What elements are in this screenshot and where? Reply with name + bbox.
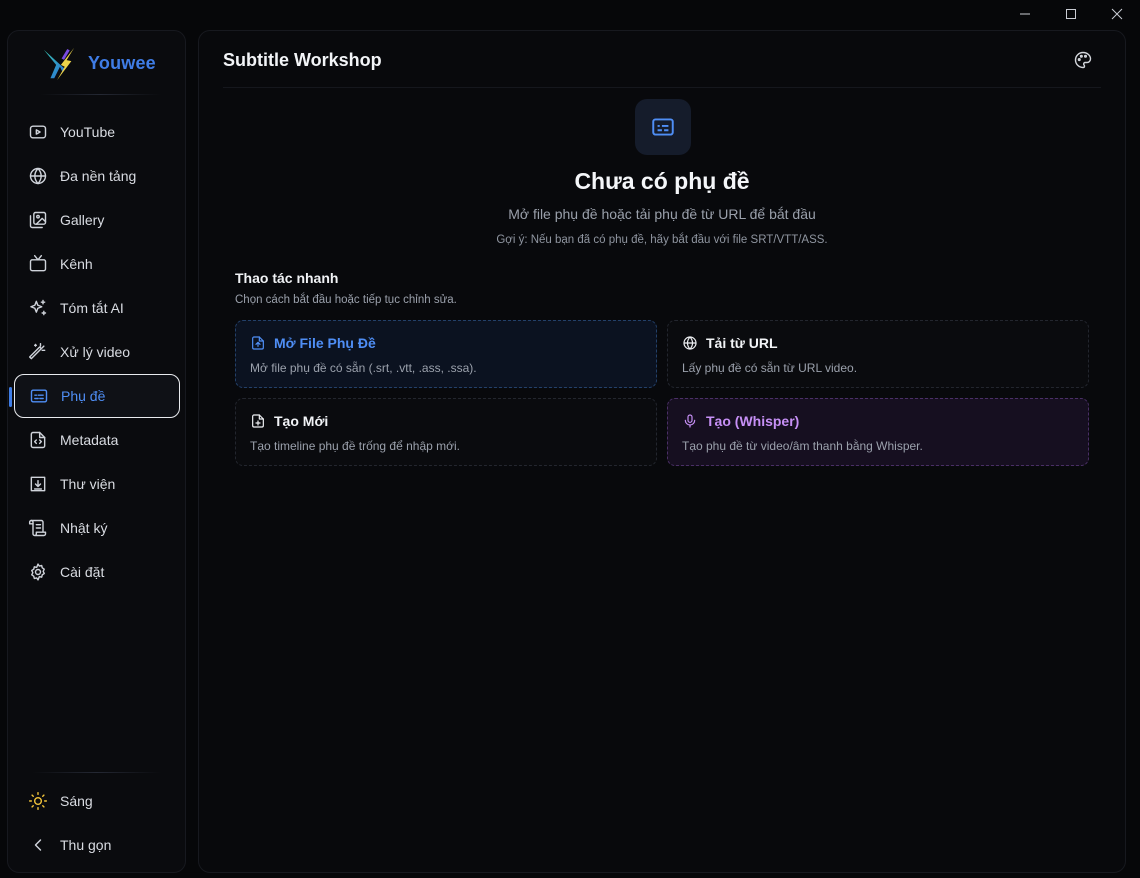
sidebar-item-subtitles[interactable]: Phụ đề (9, 374, 180, 418)
youwee-logo-icon (43, 47, 75, 81)
file-upload-icon (250, 335, 266, 351)
sidebar-item-label: Cài đặt (60, 564, 105, 580)
empty-state-hint: Gợi ý: Nếu bạn đã có phụ đề, hãy bắt đầu… (496, 234, 828, 246)
card-title: Tải từ URL (706, 335, 778, 351)
sidebar-item-settings[interactable]: Cài đặt (8, 550, 185, 594)
sidebar-item-channel[interactable]: Kênh (8, 242, 185, 286)
sidebar-item-logs[interactable]: Nhật ký (8, 506, 185, 550)
folder-download-icon (28, 474, 48, 494)
palette-icon (1074, 51, 1092, 69)
page-title: Subtitle Workshop (223, 50, 382, 70)
window-controls (1002, 0, 1140, 28)
divider (223, 87, 1101, 88)
card-description: Tạo phụ đề từ video/âm thanh bằng Whispe… (682, 439, 923, 453)
sidebar-item-label: Gallery (60, 212, 105, 228)
card-title: Tạo (Whisper) (706, 413, 800, 429)
close-button[interactable] (1094, 0, 1140, 28)
close-icon (1111, 8, 1123, 20)
sidebar: Youwee YouTube Đa nền tảng Gallery Kênh … (7, 30, 186, 873)
sidebar-item-label: YouTube (60, 124, 116, 140)
sidebar-bottom: Sáng Thu gọn (8, 779, 185, 867)
tv-icon (28, 254, 48, 274)
captions-icon (29, 386, 49, 406)
sidebar-item-label: Thư viện (60, 476, 116, 492)
card-title: Tạo Mới (274, 413, 329, 429)
sidebar-item-video-processing[interactable]: Xử lý video (8, 330, 185, 374)
minimize-icon (1020, 13, 1030, 15)
magic-wand-icon (28, 342, 48, 362)
chevron-left-icon (28, 835, 48, 855)
divider (32, 772, 161, 773)
gallery-icon (28, 210, 48, 230)
sidebar-item-multi-platform[interactable]: Đa nền tảng (8, 154, 185, 198)
sidebar-item-label: Xử lý video (60, 344, 131, 360)
sparkles-icon (28, 298, 48, 318)
create-new-card[interactable]: Tạo Mới Tạo timeline phụ đề trống để nhậ… (235, 398, 657, 466)
card-title: Mở File Phụ Đề (274, 335, 376, 351)
file-plus-icon (250, 413, 266, 429)
load-from-url-card[interactable]: Tải từ URL Lấy phụ đề có sẵn từ URL vide… (667, 320, 1089, 388)
sidebar-item-library[interactable]: Thư viện (8, 462, 185, 506)
empty-state-icon (635, 99, 691, 155)
card-description: Tạo timeline phụ đề trống để nhập mới. (250, 439, 460, 453)
sidebar-item-label: Kênh (60, 256, 93, 272)
scroll-icon (28, 518, 48, 538)
file-code-icon (28, 430, 48, 450)
sidebar-item-label: Đa nền tảng (60, 168, 137, 184)
create-whisper-card[interactable]: Tạo (Whisper) Tạo phụ đề từ video/âm tha… (667, 398, 1089, 466)
collapse-sidebar-button[interactable]: Thu gọn (8, 823, 185, 867)
empty-state-title: Chưa có phụ đề (574, 168, 750, 194)
divider (40, 94, 161, 95)
globe-icon (682, 335, 698, 351)
theme-toggle-button[interactable]: Sáng (8, 779, 185, 823)
theme-palette-button[interactable] (1073, 50, 1093, 70)
sidebar-item-label: Nhật ký (60, 520, 108, 536)
brand-name: Youwee (88, 52, 156, 73)
maximize-icon (1066, 9, 1076, 19)
sidebar-item-youtube[interactable]: YouTube (8, 110, 185, 154)
sidebar-item-metadata[interactable]: Metadata (8, 418, 185, 462)
quick-actions-subtitle: Chọn cách bắt đầu hoặc tiếp tục chỉnh sử… (235, 294, 457, 306)
sidebar-nav: YouTube Đa nền tảng Gallery Kênh Tóm tắt… (8, 110, 185, 594)
gear-icon (28, 562, 48, 582)
card-description: Mở file phụ đề có sẵn (.srt, .vtt, .ass,… (250, 361, 477, 375)
sidebar-item-label: Tóm tắt AI (60, 300, 124, 316)
sidebar-item-label: Metadata (60, 432, 119, 448)
sun-icon (28, 791, 48, 811)
active-indicator (9, 387, 12, 407)
open-subtitle-file-card[interactable]: Mở File Phụ Đề Mở file phụ đề có sẵn (.s… (235, 320, 657, 388)
sidebar-item-ai-summary[interactable]: Tóm tắt AI (8, 286, 185, 330)
microphone-icon (682, 413, 698, 429)
captions-icon (652, 118, 674, 136)
quick-actions-title: Thao tác nhanh (235, 270, 339, 286)
globe-icon (28, 166, 48, 186)
collapse-label: Thu gọn (60, 837, 112, 853)
main-panel: Subtitle Workshop Chưa có phụ đề Mở file… (198, 30, 1126, 873)
sidebar-item-gallery[interactable]: Gallery (8, 198, 185, 242)
maximize-button[interactable] (1048, 0, 1094, 28)
youtube-icon (28, 122, 48, 142)
sidebar-item-label: Phụ đề (61, 388, 106, 404)
empty-state-subtitle: Mở file phụ đề hoặc tải phụ đề từ URL để… (508, 206, 816, 222)
brand[interactable]: Youwee (40, 43, 156, 83)
card-description: Lấy phụ đề có sẵn từ URL video. (682, 361, 858, 375)
minimize-button[interactable] (1002, 0, 1048, 28)
theme-toggle-label: Sáng (60, 793, 93, 809)
